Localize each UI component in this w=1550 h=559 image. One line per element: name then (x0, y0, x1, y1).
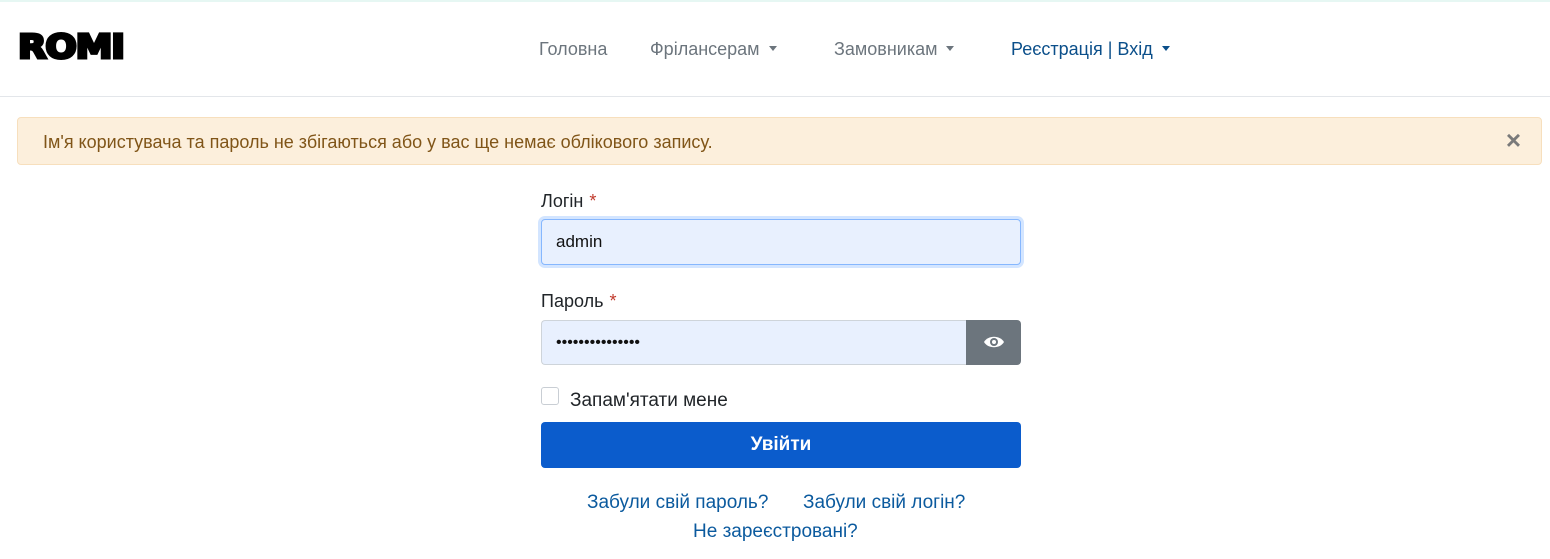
login-input[interactable] (541, 219, 1021, 265)
not-registered-link[interactable]: Не зареєстровані? (693, 521, 858, 543)
chevron-down-icon (1161, 46, 1170, 51)
password-input[interactable]: ••••••••••••••• (541, 320, 967, 365)
close-icon[interactable]: × (1506, 126, 1521, 154)
chevron-down-icon (768, 46, 777, 51)
alert-message: Ім'я користувача та пароль не збігаються… (43, 132, 713, 152)
error-alert: Ім'я користувача та пароль не збігаються… (17, 117, 1542, 165)
nav-item-clients[interactable]: Замовникам (834, 38, 955, 60)
nav-item-freelancers[interactable]: Фрілансерам (650, 38, 777, 60)
nav-item-register-login-label: Реєстрація | Вхід (1011, 39, 1153, 59)
nav-item-freelancers-label: Фрілансерам (650, 39, 760, 59)
nav-item-home[interactable]: Головна (539, 38, 607, 60)
login-label: Логін * (541, 190, 596, 212)
required-mark: * (609, 291, 617, 311)
password-label-text: Пароль (541, 291, 604, 311)
eye-icon (984, 336, 1004, 348)
nav-item-clients-label: Замовникам (834, 39, 938, 59)
forgot-login-link[interactable]: Забули свій логін? (803, 492, 965, 514)
required-mark: * (589, 191, 597, 211)
site-logo[interactable]: ROMI (16, 28, 126, 65)
navbar: ROMI Головна Фрілансерам Замовникам Реєс… (0, 2, 1550, 97)
login-label-text: Логін (541, 191, 584, 211)
login-submit-button[interactable]: Увійти (541, 422, 1021, 468)
remember-me-label[interactable]: Запам'ятати мене (570, 390, 728, 412)
nav-item-register-login[interactable]: Реєстрація | Вхід (1011, 38, 1170, 60)
chevron-down-icon (946, 46, 955, 51)
password-label: Пароль * (541, 290, 616, 312)
show-password-button[interactable] (966, 320, 1021, 365)
remember-me-checkbox[interactable] (541, 387, 559, 405)
nav-item-home-label: Головна (539, 39, 608, 59)
forgot-password-link[interactable]: Забули свій пароль? (587, 492, 768, 514)
